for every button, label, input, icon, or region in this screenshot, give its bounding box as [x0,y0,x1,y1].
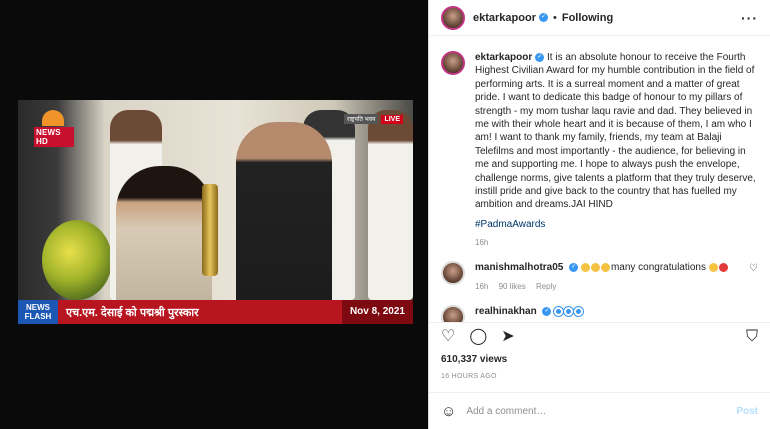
channel-logo-text: NEWS HD [34,127,74,147]
comment-content: many congratulations [610,261,706,273]
verified-icon: ✓ [569,262,579,272]
verified-icon: ✓ [538,13,548,22]
avatar[interactable] [441,51,465,75]
channel-logo: NEWS HD [34,110,74,147]
caption-username[interactable]: ektarkapoor [475,52,532,63]
post-sidebar: ektarkapoor ✓ • Following ··· ektarkapoo… [428,0,770,429]
caption-meta: 16h [475,238,758,247]
more-icon[interactable]: ··· [741,10,758,26]
flower-arrangement [42,220,112,300]
live-badge: LIVE [381,114,403,124]
video-player[interactable]: NEWS HD राष्ट्रपति भवन LIVE NEWS FLASH ए… [18,100,413,324]
separator-dot: • [552,11,557,24]
guard-figure [368,110,413,300]
video-pane[interactable]: NEWS HD राष्ट्रपति भवन LIVE NEWS FLASH ए… [0,0,428,429]
starry-eyes-emoji-icon [708,262,718,272]
hashtag-link[interactable]: #PadmaAwards [475,219,758,230]
verified-icon: ✓ [542,306,552,316]
ticker-headline: एच.एम. देसाई को पद्मश्री पुरस्कार [66,306,199,319]
award-medallion [202,184,218,276]
comment-text: manishmalhotra05 ✓ many congratulations [475,261,743,274]
comment-body: realhinakhan ✓ [475,305,758,318]
sun-logo-icon [42,110,64,126]
live-channel-label: राष्ट्रपति भवन [343,114,379,124]
clap-emoji-icon [590,262,600,272]
presenter-figure [236,122,332,324]
comment-likes[interactable]: 90 likes [499,282,526,291]
reply-button[interactable]: Reply [536,282,556,291]
ticker-date: Nov 8, 2021 [341,300,413,324]
emoji-picker-icon[interactable]: ☺ [441,403,456,420]
comments-section[interactable]: ektarkapoor ✓ It is an absolute honour to… [429,37,770,322]
comment-bubble-icon[interactable]: ◯ [469,328,487,345]
caption-time[interactable]: 16h [475,238,488,247]
comment-body: manishmalhotra05 ✓ many congratulations … [475,261,743,291]
like-heart-icon[interactable]: ♡ [441,328,455,345]
news-ticker: NEWS FLASH एच.एम. देसाई को पद्मश्री पुरस… [18,300,413,324]
comment-composer: ☺ Post [429,392,770,429]
clap-emoji-icon [600,262,610,272]
post-timestamp[interactable]: 16 HOURS AGO [441,373,497,380]
view-count[interactable]: 610,337 views [441,354,507,365]
following-button[interactable]: Following [562,12,613,24]
avatar[interactable] [441,304,465,322]
evil-eye-emoji-icon [554,306,564,316]
live-tag: राष्ट्रपति भवन LIVE [343,114,403,124]
comment-text: realhinakhan ✓ [475,305,758,318]
red-heart-emoji-icon [718,262,728,272]
verified-icon: ✓ [535,52,545,62]
comment-item: realhinakhan ✓ [441,304,758,322]
comment-input[interactable] [466,405,737,417]
avatar[interactable] [441,5,465,30]
caption-row: ektarkapoor ✓ It is an absolute honour to… [441,51,758,247]
caption-content: It is an absolute honour to receive the … [475,52,756,211]
caption-text: ektarkapoor ✓ It is an absolute honour to… [475,51,758,212]
comment-meta: 16h 90 likes Reply [475,282,743,291]
header-username[interactable]: ektarkapoor [473,12,536,24]
evil-eye-emoji-icon [564,306,574,316]
post-header: ektarkapoor ✓ • Following ··· [429,0,770,36]
comment-username[interactable]: manishmalhotra05 [475,262,563,273]
bookmark-icon[interactable]: ⛉ [746,328,758,345]
avatar[interactable] [441,260,465,285]
comment-like-heart-icon[interactable]: ♡ [749,263,758,274]
post-button[interactable]: Post [736,406,758,417]
action-bar: ♡ ◯ ➤ ⛉ [429,322,770,350]
caption-body: ektarkapoor ✓ It is an absolute honour to… [475,51,758,247]
comment-username[interactable]: realhinakhan [475,306,537,317]
evil-eye-emoji-icon [574,306,584,316]
comment-item: manishmalhotra05 ✓ many congratulations … [441,260,758,291]
clap-emoji-icon [580,262,590,272]
news-flash-badge: NEWS FLASH [18,300,58,324]
share-paper-plane-icon[interactable]: ➤ [501,328,514,345]
comment-time[interactable]: 16h [475,282,488,291]
